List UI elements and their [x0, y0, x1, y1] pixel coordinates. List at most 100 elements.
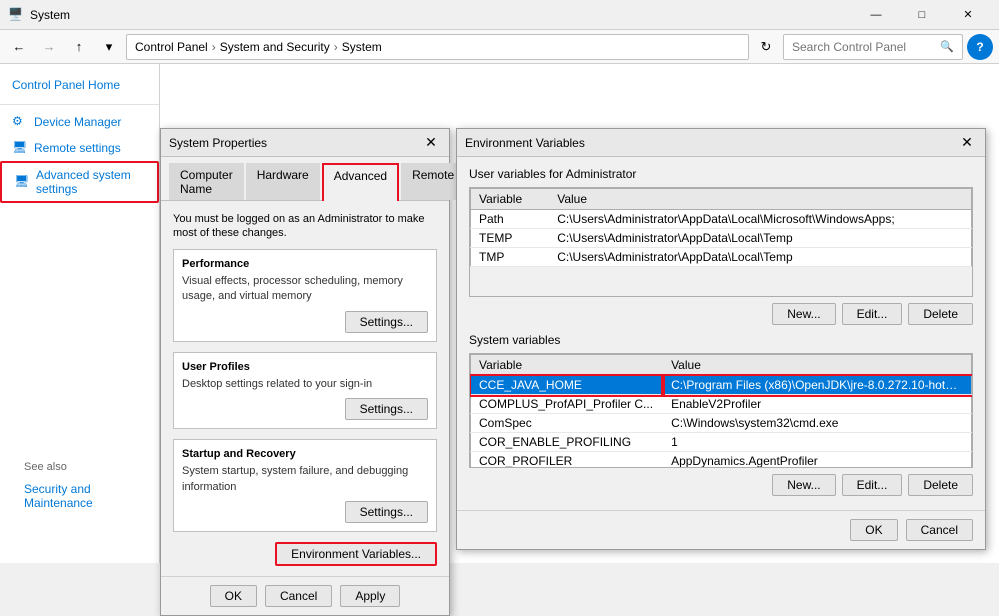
tab-bar: Computer Name Hardware Advanced Remote — [161, 157, 449, 201]
sidebar-item-label: Remote settings — [34, 141, 121, 155]
dialog-close-button[interactable]: ✕ — [421, 133, 441, 153]
ok-button[interactable]: OK — [210, 585, 257, 607]
environment-variables-dialog: Environment Variables ✕ User variables f… — [456, 128, 986, 550]
recent-button[interactable]: ▾ — [96, 34, 122, 60]
breadcrumb-part-1[interactable]: Control Panel — [135, 40, 208, 54]
sys-var-cell: COR_ENABLE_PROFILING — [471, 433, 664, 452]
user-profiles-box: User Profiles Desktop settings related t… — [173, 352, 437, 429]
sys-value-cell: C:\Windows\system32\cmd.exe — [663, 414, 971, 433]
user-value-cell: C:\Users\Administrator\AppData\Local\Tem… — [549, 229, 971, 248]
tab-hardware[interactable]: Hardware — [246, 163, 320, 200]
performance-desc: Visual effects, processor scheduling, me… — [182, 274, 428, 305]
sys-var-cell: COR_PROFILER — [471, 452, 664, 469]
user-profiles-btn-row: Settings... — [182, 398, 428, 420]
user-edit-button[interactable]: Edit... — [842, 303, 903, 325]
sidebar-item-device-manager[interactable]: ⚙ Device Manager — [0, 109, 159, 135]
sys-var-row[interactable]: COMPLUS_ProfAPI_Profiler C...EnableV2Pro… — [471, 395, 972, 414]
sys-var-cell: COMPLUS_ProfAPI_Profiler C... — [471, 395, 664, 414]
sys-value-col: Value — [663, 355, 971, 376]
main-content: Control Panel Home ⚙ Device Manager 🖥 Re… — [0, 64, 999, 563]
tab-computer-name[interactable]: Computer Name — [169, 163, 244, 200]
user-new-button[interactable]: New... — [772, 303, 835, 325]
sys-var-row[interactable]: ComSpecC:\Windows\system32\cmd.exe — [471, 414, 972, 433]
user-vars-btn-row: New... Edit... Delete — [469, 303, 973, 325]
user-var-row[interactable]: TEMPC:\Users\Administrator\AppData\Local… — [471, 229, 972, 248]
user-var-row[interactable]: PathC:\Users\Administrator\AppData\Local… — [471, 210, 972, 229]
user-profiles-settings-button[interactable]: Settings... — [345, 398, 428, 420]
advanced-system-icon: 🖥 — [14, 174, 30, 190]
title-bar: 🖥️ System — □ ✕ — [0, 0, 999, 30]
performance-btn-row: Settings... — [182, 311, 428, 333]
sys-var-cell: ComSpec — [471, 414, 664, 433]
breadcrumb-part-3[interactable]: System — [342, 40, 382, 54]
sidebar-item-remote-settings[interactable]: 🖥 Remote settings — [0, 135, 159, 161]
sys-edit-button[interactable]: Edit... — [842, 474, 903, 496]
startup-settings-button[interactable]: Settings... — [345, 501, 428, 523]
env-dialog-close-button[interactable]: ✕ — [957, 133, 977, 153]
user-value-col: Value — [549, 189, 971, 210]
security-maintenance-label: Security and Maintenance — [24, 482, 136, 510]
search-box: 🔍 — [783, 34, 963, 60]
sidebar-home[interactable]: Control Panel Home — [0, 74, 159, 100]
user-vars-table: Variable Value PathC:\Users\Administrato… — [470, 188, 972, 267]
login-message: You must be logged on as an Administrato… — [173, 211, 437, 239]
maximize-button[interactable]: □ — [899, 0, 945, 30]
sys-vars-btn-row: New... Edit... Delete — [469, 474, 973, 496]
minimize-button[interactable]: — — [853, 0, 899, 30]
user-var-row[interactable]: TMPC:\Users\Administrator\AppData\Local\… — [471, 248, 972, 267]
help-button[interactable]: ? — [967, 34, 993, 60]
startup-desc: System startup, system failure, and debu… — [182, 464, 428, 495]
sidebar-divider — [0, 104, 159, 105]
startup-recovery-section: Startup and Recovery System startup, sys… — [173, 439, 437, 532]
window-title: System — [30, 8, 853, 22]
user-value-cell: C:\Users\Administrator\AppData\Local\Mic… — [549, 210, 971, 229]
user-var-cell: Path — [471, 210, 550, 229]
breadcrumb-part-2[interactable]: System and Security — [220, 40, 330, 54]
user-delete-button[interactable]: Delete — [908, 303, 973, 325]
sys-value-cell: AppDynamics.AgentProfiler — [663, 452, 971, 469]
cancel-button[interactable]: Cancel — [265, 585, 332, 607]
sys-new-button[interactable]: New... — [772, 474, 835, 496]
dialog-footer: OK Cancel Apply — [161, 576, 449, 615]
apply-button[interactable]: Apply — [340, 585, 400, 607]
breadcrumb: Control Panel › System and Security › Sy… — [126, 34, 749, 60]
refresh-button[interactable]: ↻ — [753, 34, 779, 60]
user-var-col: Variable — [471, 189, 550, 210]
sidebar-item-advanced-system[interactable]: 🖥 Advanced system settings — [0, 161, 159, 203]
tab-advanced[interactable]: Advanced — [322, 163, 399, 201]
performance-title: Performance — [182, 258, 428, 270]
environment-variables-button[interactable]: Environment Variables... — [275, 542, 437, 566]
close-button[interactable]: ✕ — [945, 0, 991, 30]
sys-vars-label: System variables — [469, 333, 973, 347]
sys-vars-table-container[interactable]: Variable Value CCE_JAVA_HOMEC:\Program F… — [469, 353, 973, 468]
sidebar: Control Panel Home ⚙ Device Manager 🖥 Re… — [0, 64, 160, 563]
remote-settings-icon: 🖥 — [12, 140, 28, 156]
title-bar-buttons: — □ ✕ — [853, 0, 991, 30]
system-properties-dialog: System Properties ✕ Computer Name Hardwa… — [160, 128, 450, 616]
env-ok-button[interactable]: OK — [850, 519, 897, 541]
user-vars-label: User variables for Administrator — [469, 167, 973, 181]
window-icon: 🖥️ — [8, 7, 24, 23]
up-button[interactable]: ↑ — [66, 34, 92, 60]
user-vars-table-container[interactable]: Variable Value PathC:\Users\Administrato… — [469, 187, 973, 297]
dialog-content: You must be logged on as an Administrato… — [161, 201, 449, 576]
performance-box: Performance Visual effects, processor sc… — [173, 249, 437, 342]
sys-var-row[interactable]: COR_PROFILERAppDynamics.AgentProfiler — [471, 452, 972, 469]
env-content: User variables for Administrator Variabl… — [457, 157, 985, 506]
user-profiles-desc: Desktop settings related to your sign-in — [182, 377, 428, 392]
sys-var-row[interactable]: COR_ENABLE_PROFILING1 — [471, 433, 972, 452]
user-var-cell: TEMP — [471, 229, 550, 248]
performance-settings-button[interactable]: Settings... — [345, 311, 428, 333]
sys-delete-button[interactable]: Delete — [908, 474, 973, 496]
forward-button[interactable]: → — [36, 34, 62, 60]
sidebar-security-maintenance[interactable]: Security and Maintenance — [12, 477, 148, 515]
search-input[interactable] — [792, 40, 936, 54]
env-vars-row: Environment Variables... — [173, 542, 437, 566]
sys-var-row[interactable]: CCE_JAVA_HOMEC:\Program Files (x86)\Open… — [471, 376, 972, 395]
sys-value-cell: EnableV2Profiler — [663, 395, 971, 414]
env-dialog-title: Environment Variables — [465, 136, 957, 150]
env-cancel-button[interactable]: Cancel — [906, 519, 973, 541]
startup-title: Startup and Recovery — [182, 448, 428, 460]
device-manager-icon: ⚙ — [12, 114, 28, 130]
back-button[interactable]: ← — [6, 34, 32, 60]
